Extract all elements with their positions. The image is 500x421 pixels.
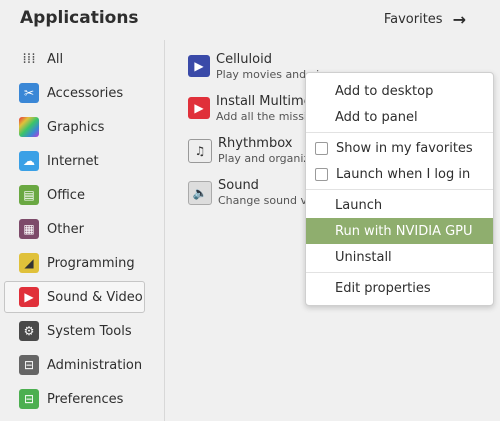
category-label: Sound & Video <box>47 289 143 305</box>
app-desc: Change sound vol <box>218 194 317 207</box>
menu-run-with-nvidia-gpu[interactable]: Run with NVIDIA GPU <box>306 218 493 244</box>
category-internet[interactable]: ☁ Internet <box>4 145 162 177</box>
menu-edit-properties[interactable]: Edit properties <box>306 275 493 301</box>
category-preferences[interactable]: ⊟ Preferences <box>4 383 162 415</box>
cloud-icon: ☁ <box>19 151 39 171</box>
gear-icon: ⚙ <box>19 321 39 341</box>
category-label: Other <box>47 221 84 237</box>
settings-toggle-icon: ⊟ <box>19 389 39 409</box>
category-system-tools[interactable]: ⚙ System Tools <box>4 315 162 347</box>
category-label: All <box>47 51 64 67</box>
checkbox[interactable] <box>315 167 328 181</box>
office-icon: ▤ <box>19 185 39 205</box>
divider <box>164 40 165 421</box>
menu-separator <box>306 189 493 190</box>
menu-launch-at-login[interactable]: Launch when I log in <box>306 161 493 187</box>
arrow-right-icon: → <box>452 10 466 29</box>
favorites-label: Favorites <box>383 12 443 27</box>
apps-icon: ▦ <box>19 219 39 239</box>
menu-label: Launch when I log in <box>336 166 471 182</box>
category-label: Office <box>47 187 85 203</box>
menu-uninstall[interactable]: Uninstall <box>306 244 493 270</box>
menu-separator <box>306 272 493 273</box>
category-sound-video[interactable]: ▶ Sound & Video <box>4 281 145 313</box>
app-desc: Add all the missin <box>216 110 314 123</box>
category-all[interactable]: ⁞⁞⁞ All <box>4 43 162 75</box>
grid-icon: ⁞⁞⁞ <box>22 51 36 67</box>
category-label: Graphics <box>47 119 105 135</box>
app-name: Install Multime <box>216 94 312 109</box>
app-name: Rhythmbox <box>218 136 293 151</box>
category-label: Programming <box>47 255 135 271</box>
menu-label: Show in my favorites <box>336 140 473 156</box>
category-sidebar: ⁞⁞⁞ All ✂ Accessories Graphics ☁ Interne… <box>4 43 162 417</box>
menu-separator <box>306 132 493 133</box>
menu-show-in-favorites[interactable]: Show in my favorites <box>306 135 493 161</box>
programming-icon: ◢ <box>19 253 39 273</box>
play-icon: ▶ <box>188 97 210 119</box>
toggle-icon: ⊟ <box>19 355 39 375</box>
celluloid-icon: ▶ <box>188 55 210 77</box>
app-desc: Play movies and vi <box>216 68 320 81</box>
category-label: Internet <box>47 153 99 169</box>
play-icon: ▶ <box>19 287 39 307</box>
category-label: Accessories <box>47 85 124 101</box>
favorites-button[interactable]: Favorites → <box>384 10 466 29</box>
context-menu: Add to desktop Add to panel Show in my f… <box>305 72 494 306</box>
category-other[interactable]: ▦ Other <box>4 213 162 245</box>
rainbow-icon <box>19 117 39 137</box>
category-graphics[interactable]: Graphics <box>4 111 162 143</box>
category-accessories[interactable]: ✂ Accessories <box>4 77 162 109</box>
music-note-icon: ♫ <box>188 139 212 163</box>
category-administration[interactable]: ⊟ Administration <box>4 349 162 381</box>
category-label: Administration <box>47 357 143 373</box>
app-desc: Play and organize <box>218 152 316 165</box>
page-title: Applications <box>20 8 139 28</box>
menu-add-to-desktop[interactable]: Add to desktop <box>306 78 493 104</box>
app-name: Sound <box>218 178 259 193</box>
category-programming[interactable]: ◢ Programming <box>4 247 162 279</box>
menu-add-to-panel[interactable]: Add to panel <box>306 104 493 130</box>
app-name: Celluloid <box>216 52 272 67</box>
speaker-icon: 🔈 <box>188 181 212 205</box>
category-label: Preferences <box>47 391 124 407</box>
scissors-icon: ✂ <box>19 83 39 103</box>
category-office[interactable]: ▤ Office <box>4 179 162 211</box>
category-label: System Tools <box>47 323 132 339</box>
menu-launch[interactable]: Launch <box>306 192 493 218</box>
checkbox[interactable] <box>315 141 328 155</box>
